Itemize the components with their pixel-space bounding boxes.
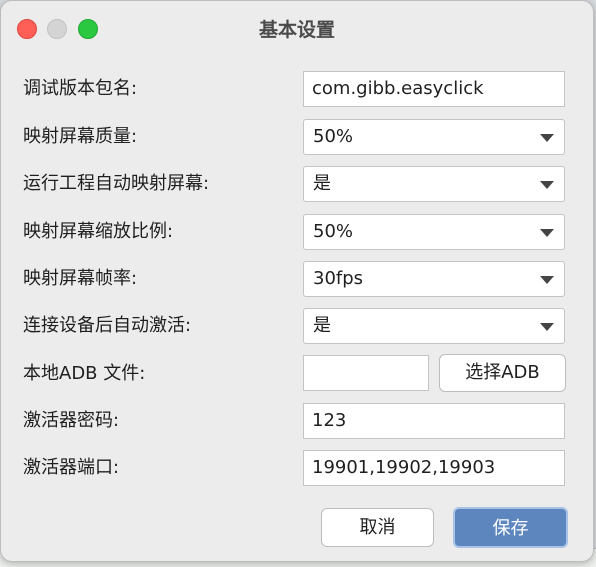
chevron-down-icon	[540, 181, 554, 189]
settings-dialog: 基本设置 调试版本包名: com.gibb.easyclick 映射屏幕质量: …	[0, 0, 594, 562]
mirror-framerate-value: 30fps	[313, 268, 364, 289]
mirror-scale-select[interactable]: 50%	[303, 214, 565, 250]
mirror-quality-select[interactable]: 50%	[303, 119, 565, 155]
auto-mirror-value: 是	[313, 173, 331, 194]
activator-password-input[interactable]: 123	[303, 403, 565, 439]
auto-activate-value: 是	[313, 315, 331, 336]
local-adb-input[interactable]	[303, 355, 429, 391]
save-button[interactable]: 保存	[453, 507, 568, 548]
activator-ports-input[interactable]: 19901,19902,19903	[303, 450, 565, 486]
activator-password-label: 激活器密码:	[23, 410, 120, 431]
auto-mirror-label: 运行工程自动映射屏幕:	[23, 173, 210, 194]
chevron-down-icon	[540, 323, 554, 331]
dialog-title: 基本设置	[258, 19, 335, 41]
choose-adb-button[interactable]: 选择ADB	[439, 354, 566, 392]
mirror-scale-value: 50%	[313, 221, 354, 242]
chevron-down-icon	[540, 134, 554, 142]
activator-ports-label: 激活器端口:	[23, 457, 120, 478]
auto-activate-label: 连接设备后自动激活:	[23, 315, 192, 336]
local-adb-label: 本地ADB 文件:	[23, 363, 146, 384]
cancel-button[interactable]: 取消	[321, 508, 434, 547]
mirror-quality-value: 50%	[313, 126, 354, 147]
mirror-scale-label: 映射屏幕缩放比例:	[23, 221, 174, 242]
mirror-quality-label: 映射屏幕质量:	[23, 126, 138, 147]
chevron-down-icon	[540, 229, 554, 237]
auto-activate-select[interactable]: 是	[303, 308, 565, 344]
mirror-framerate-label: 映射屏幕帧率:	[23, 268, 138, 289]
mirror-framerate-select[interactable]: 30fps	[303, 261, 565, 297]
debug-package-label: 调试版本包名:	[23, 78, 138, 99]
chevron-down-icon	[540, 276, 554, 284]
debug-package-input[interactable]: com.gibb.easyclick	[303, 71, 565, 107]
title-bar[interactable]: 基本设置	[1, 1, 593, 55]
auto-mirror-select[interactable]: 是	[303, 166, 565, 202]
